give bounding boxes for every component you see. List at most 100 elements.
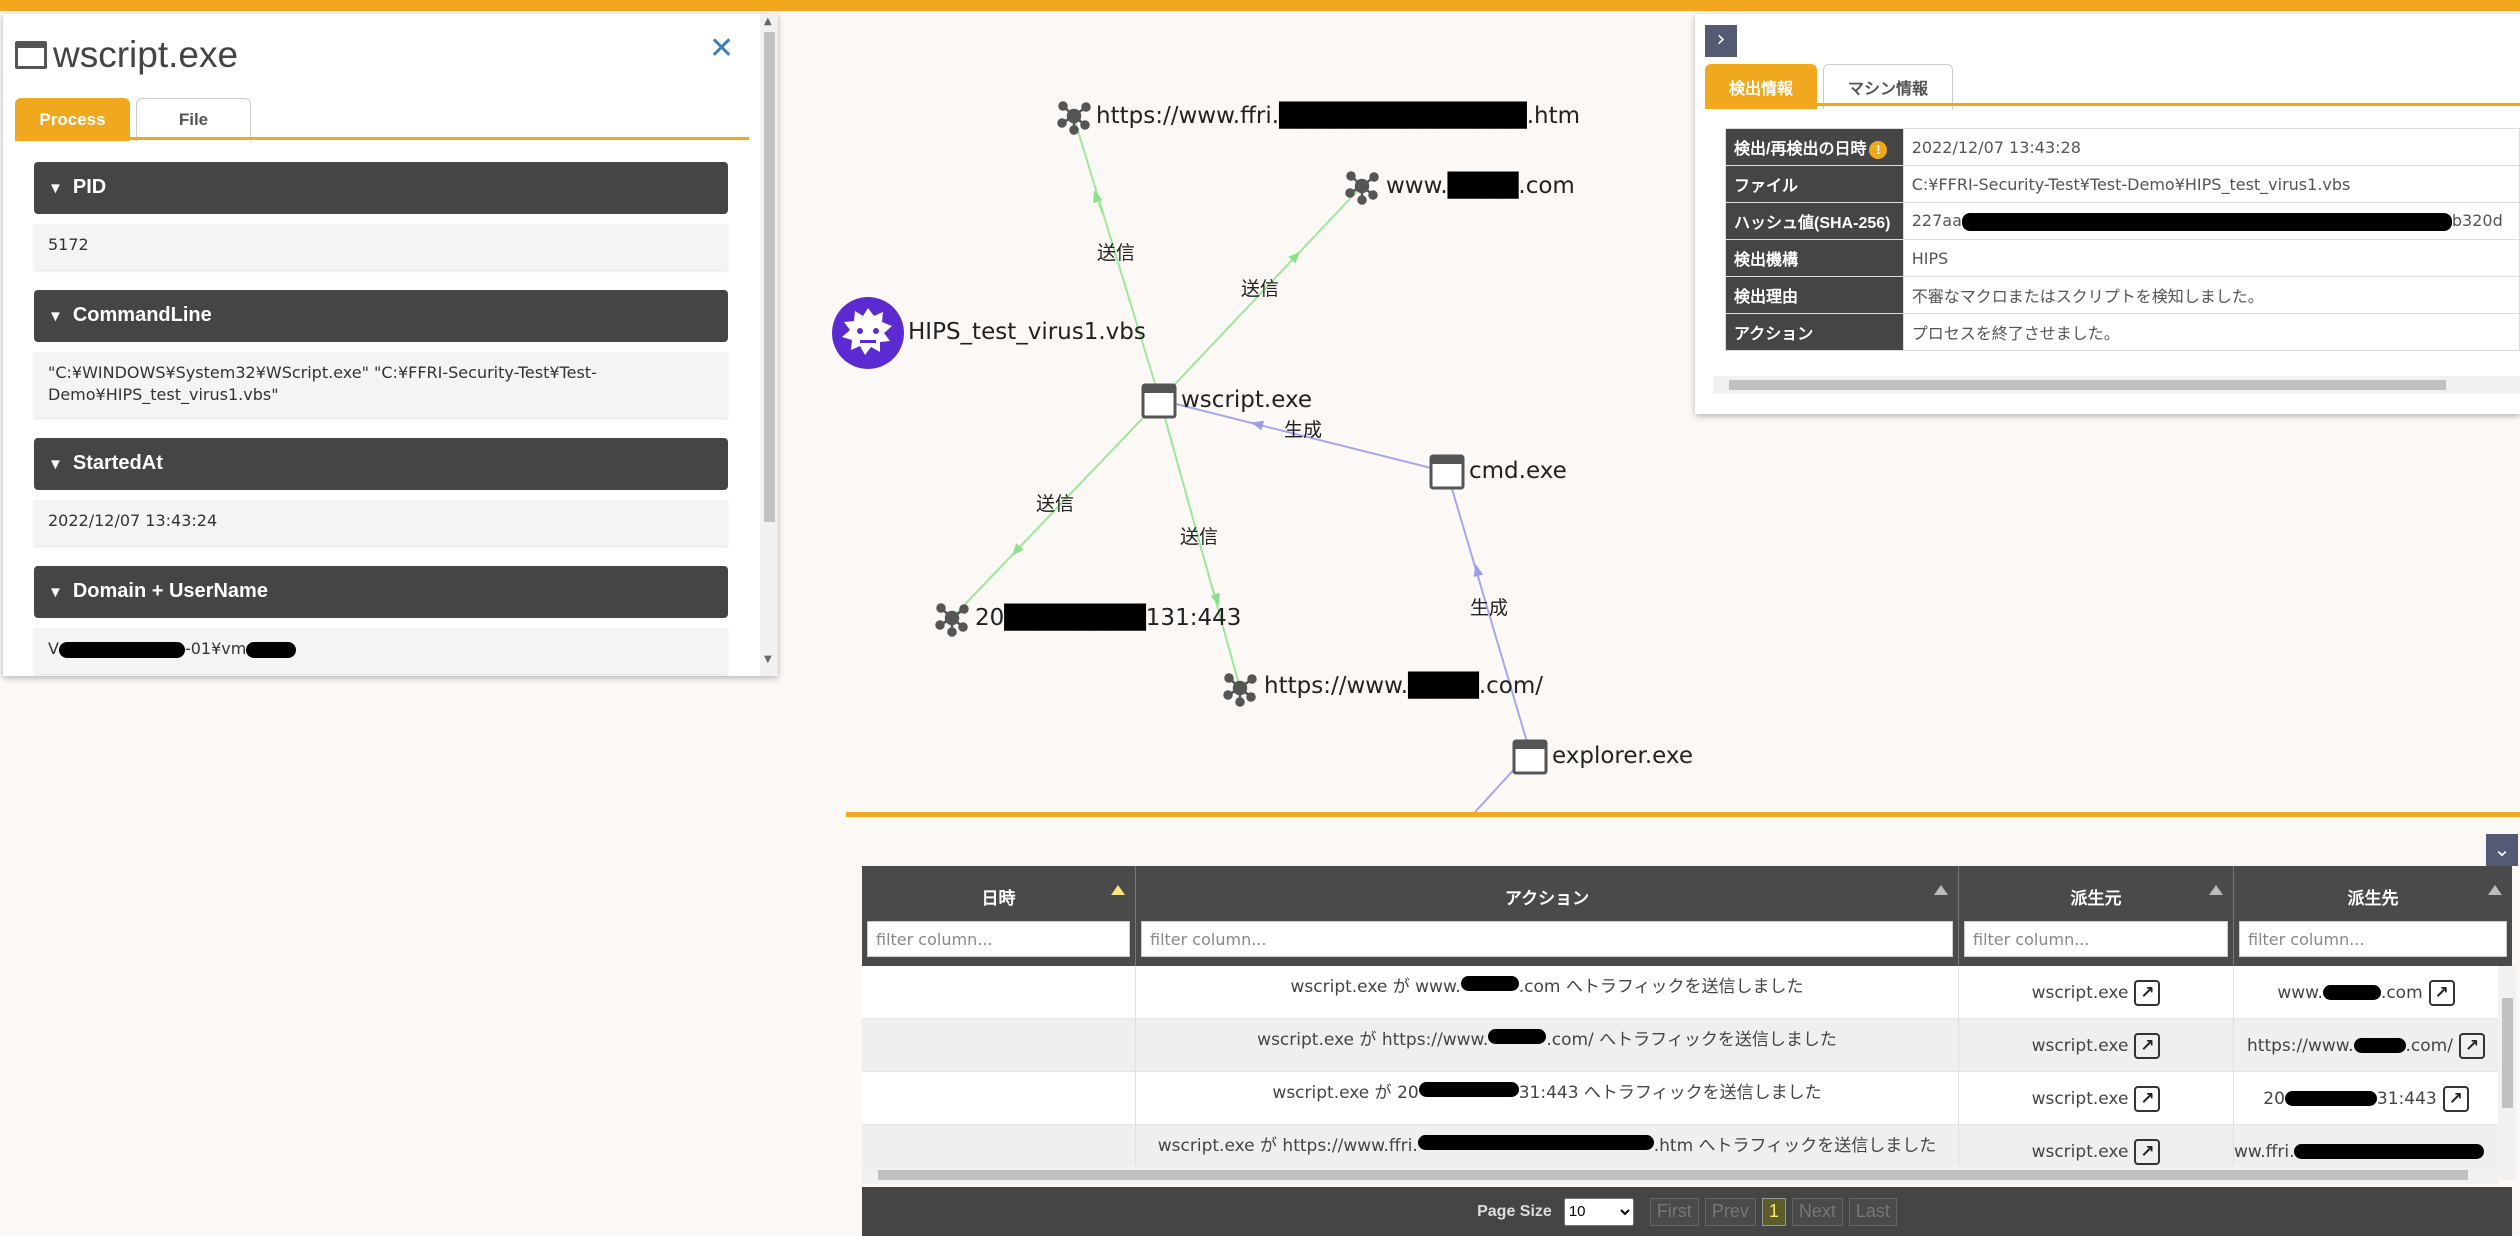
open-link-icon[interactable]: ↗: [2428, 979, 2455, 1006]
window-icon: [15, 41, 47, 69]
node-url-www-com[interactable]: www.████.com: [1345, 171, 1575, 205]
chevron-right-icon[interactable]: ›: [1705, 25, 1737, 57]
section-header-startedat[interactable]: ▼ StartedAt: [34, 438, 728, 490]
horizontal-scrollbar[interactable]: [1713, 376, 2520, 394]
column-header-target[interactable]: 派生先: [2234, 866, 2512, 966]
open-link-icon[interactable]: ↗: [2134, 1138, 2161, 1165]
field-key: 検出/再検出の日時: [1734, 141, 1867, 158]
table-row[interactable]: wscript.exe が www. .com へトラフィックを送信しました ws…: [862, 966, 2498, 1019]
node-label: https://www.: [1264, 673, 1408, 699]
detection-row: 検出/再検出の日時! 2022/12/07 13:43:28: [1725, 128, 2520, 166]
panel-title: wscript.exe: [15, 34, 238, 76]
section-header-commandline[interactable]: ▼ CommandLine: [34, 290, 728, 342]
node-explorer[interactable]: explorer.exe: [1512, 739, 1693, 775]
node-cmd[interactable]: cmd.exe: [1429, 454, 1567, 490]
section-label: PID: [72, 176, 107, 198]
node-url-ffri[interactable]: https://www.ffri.██████████████.htm: [1057, 101, 1581, 135]
field-value: 2022/12/07 13:43:28: [1902, 128, 2520, 166]
cell-action: wscript.exe が https://www. .com/ へトラフィックを…: [1136, 1019, 1959, 1072]
current-page-button[interactable]: 1: [1761, 1197, 1786, 1226]
filter-input-target[interactable]: [2239, 921, 2507, 957]
node-label: .com: [1518, 173, 1574, 199]
field-value: 227aa b320d: [1902, 202, 2520, 240]
window-icon: [1512, 739, 1548, 775]
node-url-www-slash[interactable]: https://www.████.com/: [1223, 671, 1544, 707]
svg-text:20████████131:443: 20████████131:443: [975, 603, 1241, 631]
table-row[interactable]: wscript.exe が 20 31:443 へトラフィックを送信しました ws…: [862, 1072, 2498, 1125]
edge-label: 送信: [1097, 242, 1135, 264]
sort-asc-icon[interactable]: [1111, 885, 1125, 895]
edge-label: 生成: [1470, 597, 1508, 619]
window-icon: [1429, 454, 1465, 490]
column-header-source[interactable]: 派生元: [1959, 866, 2234, 966]
filter-input-datetime[interactable]: [867, 921, 1130, 957]
cell-datetime: [862, 1072, 1136, 1125]
sort-icon[interactable]: [1934, 885, 1948, 895]
open-link-icon[interactable]: ↗: [2134, 1085, 2161, 1112]
node-label: www.: [1386, 173, 1448, 199]
chevron-down-icon[interactable]: ⌄: [2486, 834, 2518, 866]
table-row[interactable]: wscript.exe が https://www. .com/ へトラフィックを…: [862, 1019, 2498, 1072]
section-value-pid: 5172: [34, 224, 728, 270]
scroll-down-icon[interactable]: ▼: [764, 654, 772, 665]
cell-target: https://www. .com/↗: [2234, 1019, 2498, 1072]
detection-row: アクション プロセスを終了させました。: [1725, 313, 2520, 351]
tab-file[interactable]: File: [136, 98, 251, 141]
scroll-up-icon[interactable]: ▲: [764, 16, 772, 27]
event-grid-panel: ⌄ 日時 アクション 派生元 派生先 wscript.exe が www..co…: [846, 812, 2520, 1236]
section-header-domain-username[interactable]: ▼ Domain + UserName: [34, 566, 728, 618]
close-icon[interactable]: ✕: [709, 34, 734, 64]
prev-page-button[interactable]: Prev: [1704, 1197, 1756, 1226]
panel-scrollbar[interactable]: ▲ ▼: [760, 14, 778, 676]
section-header-pid[interactable]: ▼ PID: [34, 162, 728, 214]
filter-input-action[interactable]: [1141, 921, 1953, 957]
last-page-button[interactable]: Last: [1848, 1197, 1897, 1226]
column-header-action[interactable]: アクション: [1136, 866, 1959, 966]
pagination-bar: Page Size 10 First Prev 1 Next Last: [862, 1187, 2512, 1236]
grid-vertical-scrollbar[interactable]: [2498, 966, 2516, 1180]
next-page-button[interactable]: Next: [1791, 1197, 1843, 1226]
svg-text:www.████.com: www.████.com: [1386, 171, 1575, 199]
tab-process[interactable]: Process: [15, 98, 130, 141]
field-key: ハッシュ値(SHA-256): [1725, 202, 1904, 240]
column-header-datetime[interactable]: 日時: [862, 866, 1136, 966]
node-label: 20: [975, 605, 1004, 631]
node-wscript[interactable]: wscript.exe: [1141, 383, 1312, 419]
warning-icon: !: [1869, 141, 1888, 159]
tab-underline: [15, 137, 749, 140]
cell-action: wscript.exe が www. .com へトラフィックを送信しました: [1136, 966, 1959, 1019]
open-link-icon[interactable]: ↗: [2134, 979, 2161, 1006]
tab-underline: [1705, 103, 2520, 106]
open-link-icon[interactable]: ↗: [2458, 1032, 2485, 1059]
sort-icon[interactable]: [2488, 885, 2502, 895]
network-hub-icon: [1057, 101, 1091, 135]
section-label: StartedAt: [72, 452, 163, 474]
window-icon: [1141, 383, 1177, 419]
open-link-icon[interactable]: ↗: [2442, 1085, 2469, 1112]
node-virus-file[interactable]: HIPS_test_virus1.vbs: [832, 297, 1146, 369]
field-key: 検出機構: [1725, 239, 1904, 277]
cell-source: wscript.exe ↗: [1959, 966, 2234, 1019]
cell-datetime: [862, 1019, 1136, 1072]
page-size-label: Page Size: [1477, 1202, 1552, 1220]
grid-horizontal-scrollbar[interactable]: [862, 1166, 2498, 1184]
detection-info-panel: › 検出情報 マシン情報 検出/再検出の日時! 2022/12/07 13:43…: [1695, 14, 2520, 414]
process-detail-panel: wscript.exe ✕ Process File ▼ PID 5172 ▼ Co…: [3, 14, 778, 676]
open-link-icon[interactable]: ↗: [2134, 1032, 2161, 1059]
node-ip[interactable]: 20████████131:443: [935, 603, 1242, 637]
field-key: アクション: [1725, 313, 1904, 351]
section-label: CommandLine: [72, 304, 212, 326]
first-page-button[interactable]: First: [1649, 1197, 1699, 1226]
network-hub-icon: [1223, 673, 1257, 707]
field-key: 検出理由: [1725, 276, 1904, 314]
node-label: explorer.exe: [1552, 743, 1693, 769]
cell-action: wscript.exe が 20 31:443 へトラフィックを送信しました: [1136, 1072, 1959, 1125]
page-size-select[interactable]: 10: [1563, 1197, 1634, 1226]
edge-label: 送信: [1241, 278, 1279, 300]
cell-source: wscript.exe ↗: [1959, 1072, 2234, 1125]
field-value: C:¥FFRI-Security-Test¥Test-Demo¥HIPS_tes…: [1902, 165, 2520, 203]
filter-input-source[interactable]: [1964, 921, 2228, 957]
section-value-startedat: 2022/12/07 13:43:24: [34, 500, 728, 546]
sort-icon[interactable]: [2209, 885, 2223, 895]
section-label: Domain + UserName: [72, 580, 268, 602]
